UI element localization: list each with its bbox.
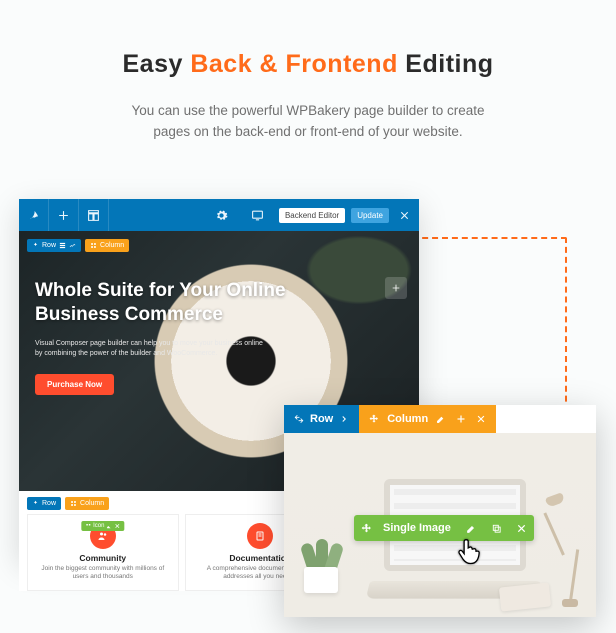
settings-icon[interactable]	[207, 199, 237, 231]
title-post: Editing	[398, 50, 494, 78]
panel-column-handle[interactable]: Column	[359, 405, 496, 433]
close-icon[interactable]	[474, 414, 488, 424]
edit-icon[interactable]	[434, 414, 448, 424]
hero-cta-button[interactable]: Purchase Now	[35, 374, 114, 395]
page-subtitle: You can use the powerful WPBakery page b…	[0, 101, 616, 143]
card-community[interactable]: Icon Community Join the biggest communit…	[27, 514, 179, 591]
card-desc: Join the biggest community with millions…	[34, 565, 172, 582]
page-title: Easy Back & Frontend Editing	[0, 0, 616, 79]
hero-column-chip[interactable]: Column	[85, 239, 129, 252]
hero-add-button[interactable]	[385, 277, 407, 299]
single-image-toolbar[interactable]: Single Image	[354, 515, 534, 541]
close-builder-button[interactable]	[395, 206, 413, 224]
floating-editor-panel: Row Column Single Image	[284, 405, 596, 617]
panel-canvas[interactable]: Single Image	[284, 433, 596, 617]
move-icon	[367, 414, 381, 424]
cursor-icon	[456, 537, 482, 567]
hero-description: Visual Composer page builder can help yo…	[35, 339, 265, 360]
update-button[interactable]: Update	[351, 208, 389, 223]
panel-toolbar: Row Column	[284, 405, 596, 433]
responsive-icon[interactable]	[243, 199, 273, 231]
title-pre: Easy	[122, 50, 190, 78]
card-element-label: Icon	[93, 523, 104, 529]
add-icon[interactable]	[454, 414, 468, 424]
cards-col-label: Column	[80, 500, 104, 507]
panel-column-label: Column	[387, 413, 428, 425]
backend-editor-button[interactable]: Backend Editor	[279, 208, 345, 223]
chevron-right-icon	[339, 414, 349, 424]
card-title: Community	[34, 553, 172, 563]
cards-column-chip[interactable]: Column	[65, 497, 109, 510]
duplicate-icon[interactable]	[484, 515, 509, 541]
cards-row-chip[interactable]: Row	[27, 497, 61, 510]
panel-row-handle[interactable]: Row	[284, 405, 359, 433]
plant-decor	[298, 533, 344, 593]
hero-title: Whole Suite for Your Online Business Com…	[35, 279, 295, 327]
template-button[interactable]	[79, 199, 109, 231]
lamp-decor	[552, 487, 588, 607]
close-icon[interactable]	[509, 515, 534, 541]
builder-topbar: Backend Editor Update	[19, 199, 419, 231]
hero-row-label: Row	[42, 242, 56, 249]
hero-row-chip[interactable]: Row	[27, 239, 81, 252]
card-element-toolbar[interactable]: Icon	[81, 521, 124, 531]
add-element-button[interactable]	[49, 199, 79, 231]
hero-col-label: Column	[100, 242, 124, 249]
single-image-label: Single Image	[379, 522, 459, 534]
panel-row-label: Row	[310, 413, 333, 425]
move-icon[interactable]	[354, 515, 379, 541]
subtitle-line-2: pages on the back-end or front-end of yo…	[153, 124, 462, 139]
cards-row-label: Row	[42, 500, 56, 507]
laptop-decor	[370, 479, 540, 603]
subtitle-line-1: You can use the powerful WPBakery page b…	[132, 103, 485, 118]
documentation-icon	[247, 523, 273, 549]
wpbakery-logo-icon[interactable]	[19, 199, 49, 231]
title-accent: Back & Frontend	[190, 50, 398, 78]
